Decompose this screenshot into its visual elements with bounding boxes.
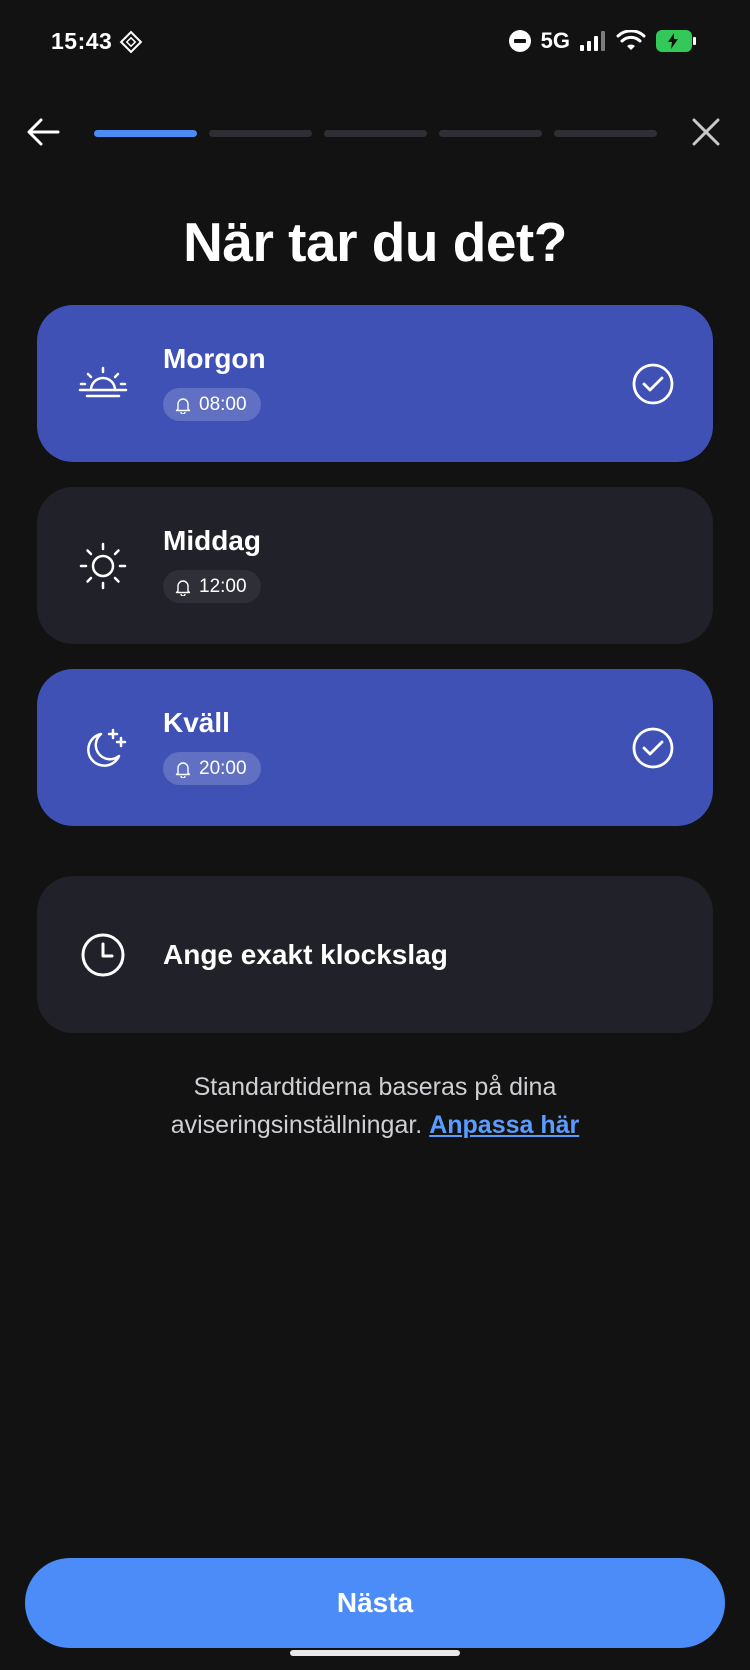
page-title: När tar du det?: [183, 211, 567, 273]
charging-bolt-icon: [668, 33, 678, 49]
screen: 15:43 5G När tar du det? Morgon 08:00 Mi…: [0, 0, 750, 1670]
option-label: Ange exakt klockslag: [163, 938, 448, 970]
moon-stars-icon: [87, 728, 127, 767]
option-label: Middag: [163, 525, 261, 556]
battery-icon: [656, 30, 700, 52]
time-chip: 08:00: [163, 388, 261, 421]
option-exact-time[interactable]: Ange exakt klockslag: [37, 876, 713, 1033]
do-not-disturb-icon: [508, 30, 531, 52]
time-chip: 12:00: [163, 570, 261, 603]
customize-link[interactable]: Anpassa här: [429, 1111, 579, 1139]
app-notification-icon: [119, 30, 143, 54]
progress-bar: [94, 130, 657, 137]
option-label: Kväll: [163, 707, 230, 738]
time-chip: 20:00: [163, 752, 261, 785]
progress-step-2: [209, 130, 312, 137]
back-arrow-icon[interactable]: [24, 112, 64, 152]
sunrise-icon: [78, 366, 128, 397]
option-time: 08:00: [199, 393, 247, 415]
status-indicators: 5G: [508, 28, 700, 54]
option-label: Morgon: [163, 343, 266, 374]
network-label: 5G: [540, 28, 570, 53]
option-morgon[interactable]: Morgon 08:00: [37, 305, 713, 462]
status-time: 15:43: [51, 28, 113, 54]
battery-tip: [693, 37, 696, 45]
status-bar: 15:43 5G: [0, 0, 750, 86]
progress-step-1: [94, 130, 197, 137]
bell-icon: [175, 397, 191, 414]
sun-icon: [79, 542, 127, 589]
progress-step-3: [324, 130, 427, 137]
check-circle-icon: [632, 727, 674, 768]
close-icon[interactable]: [688, 114, 724, 150]
bell-icon: [175, 579, 191, 596]
option-time: 12:00: [199, 575, 247, 597]
option-middag[interactable]: Middag 12:00: [37, 487, 713, 644]
progress-step-5: [554, 130, 657, 137]
check-circle-icon: [632, 363, 674, 404]
progress-step-4: [439, 130, 542, 137]
signal-icon: [580, 31, 606, 51]
option-kvall[interactable]: Kväll 20:00: [37, 669, 713, 826]
info-text: Standardtiderna baseras på dina aviserin…: [90, 1068, 660, 1144]
wifi-icon: [616, 30, 646, 50]
option-time: 20:00: [199, 757, 247, 779]
bell-icon: [175, 761, 191, 778]
clock-icon: [81, 933, 125, 976]
next-button[interactable]: Nästa: [25, 1558, 725, 1648]
home-indicator: [290, 1650, 460, 1656]
